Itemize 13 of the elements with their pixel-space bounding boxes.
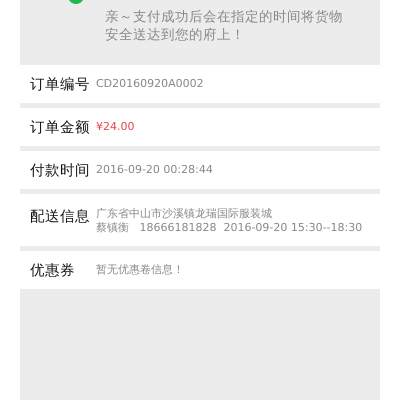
row-label: 付款时间 (30, 162, 91, 180)
row-value: 2016-09-20 00:28:44 (96, 163, 213, 177)
row-value: ¥24.00 (96, 120, 134, 134)
row-label: 订单编号 (30, 76, 91, 94)
notice-text: 亲～支付成功后会在指定的时间将货物 (105, 8, 344, 26)
row-label: 优惠券 (30, 262, 76, 280)
row-label: 配送信息 (30, 208, 91, 226)
row-value: CD20160920A0002 (96, 77, 204, 91)
notice-text: 安全送达到您的府上！ (105, 26, 246, 44)
row-label: 订单金额 (30, 118, 91, 136)
row-value: 广东省中山市沙溪镇龙瑞国际服装城 (96, 207, 273, 221)
row-value: 暂无优惠卷信息！ (96, 263, 184, 277)
row-value: 蔡镇衡 18666181828 2016-09-20 15:30--18:30 (96, 221, 362, 235)
